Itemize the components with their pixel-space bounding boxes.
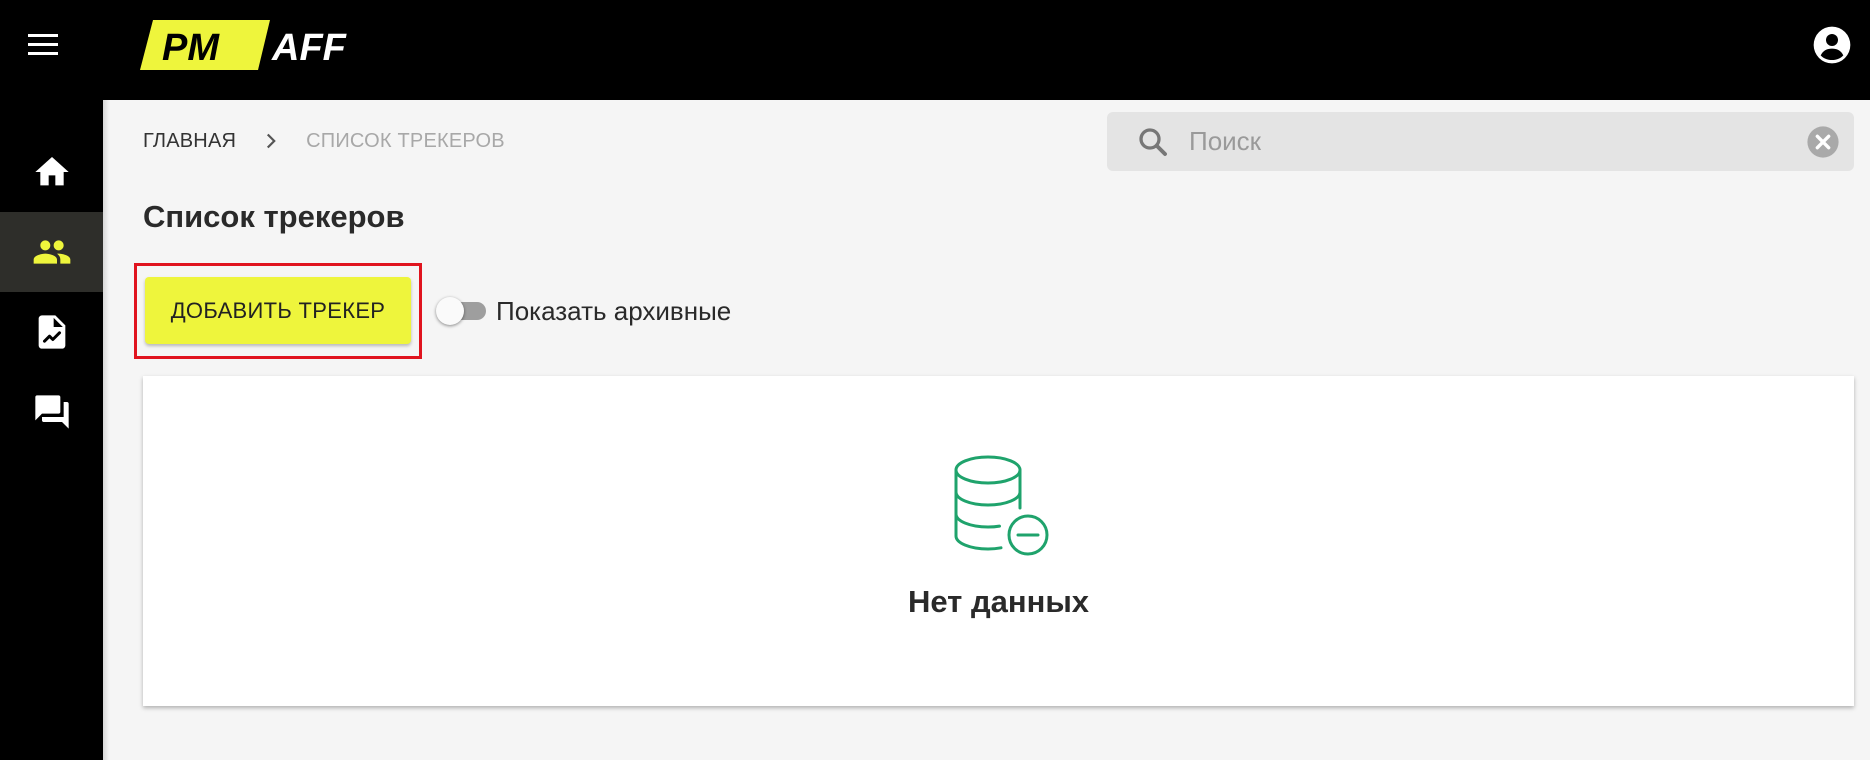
top-app-bar: PM AFF bbox=[0, 0, 1870, 100]
sidebar-item-messages[interactable] bbox=[0, 372, 103, 452]
forum-icon bbox=[34, 395, 69, 429]
page-title: Список трекеров bbox=[143, 199, 405, 234]
pm-aff-logo[interactable]: PM AFF bbox=[140, 20, 390, 70]
trackers-table-panel: Нет данных bbox=[143, 376, 1854, 706]
people-icon bbox=[33, 240, 70, 264]
empty-state-text: Нет данных bbox=[907, 584, 1090, 619]
clear-search-icon[interactable] bbox=[1806, 125, 1840, 159]
menu-icon-bar bbox=[28, 52, 58, 55]
home-icon bbox=[34, 157, 69, 186]
add-tracker-button[interactable]: ДОБАВИТЬ ТРЕКЕР bbox=[145, 277, 411, 344]
sidebar-item-trackers[interactable] bbox=[0, 212, 103, 292]
sidebar-item-reports[interactable] bbox=[0, 292, 103, 372]
breadcrumb-current: СПИСОК ТРЕКЕРОВ bbox=[306, 129, 505, 152]
account-circle-icon[interactable] bbox=[1812, 25, 1852, 65]
menu-button[interactable] bbox=[22, 28, 64, 64]
search-bar bbox=[1107, 112, 1854, 171]
search-input[interactable] bbox=[1189, 126, 1806, 157]
breadcrumb: ГЛАВНАЯ СПИСОК ТРЕКЕРОВ bbox=[143, 128, 505, 154]
menu-icon-bar bbox=[28, 43, 58, 46]
breadcrumb-home-link[interactable]: ГЛАВНАЯ bbox=[143, 130, 236, 153]
main-content: ГЛАВНАЯ СПИСОК ТРЕКЕРОВ Список трекеров … bbox=[103, 100, 1870, 760]
chevron-right-icon bbox=[267, 133, 276, 149]
sidebar-item-home[interactable] bbox=[0, 132, 103, 212]
search-icon bbox=[1139, 127, 1167, 156]
report-file-icon bbox=[38, 315, 65, 349]
menu-icon-bar bbox=[28, 34, 58, 37]
sidebar-nav bbox=[0, 100, 103, 760]
toggle-thumb bbox=[436, 297, 464, 325]
database-remove-icon bbox=[954, 455, 1049, 556]
logo-text-pm: PM bbox=[162, 27, 220, 69]
show-archived-toggle[interactable] bbox=[436, 297, 488, 325]
logo-text-aff: AFF bbox=[271, 27, 348, 69]
show-archived-label[interactable]: Показать архивные bbox=[496, 296, 731, 327]
